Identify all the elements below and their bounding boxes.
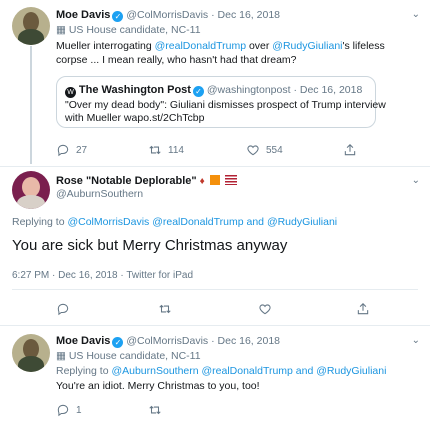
heart-icon — [247, 145, 259, 156]
quote-text-line2: with Mueller wapo.st/2ChTcbp — [65, 112, 205, 124]
chevron-down-icon[interactable]: ⌄ — [412, 335, 420, 346]
retweet-icon — [149, 405, 161, 415]
reply-button[interactable]: 27 — [56, 143, 87, 157]
replying-to-label: Replying to — [12, 216, 68, 228]
chevron-down-icon[interactable]: ⌄ — [412, 175, 420, 186]
divider — [12, 289, 418, 290]
handle[interactable]: @ColMorrisDavis — [126, 335, 208, 347]
tweet-timestamp[interactable]: 6:27 PM · Dec 16, 2018 · Twitter for iPa… — [12, 270, 193, 281]
reply-count: 1 — [76, 404, 82, 416]
tweet-actions — [0, 302, 430, 318]
tweet-text: Mueller interrogating — [56, 40, 155, 52]
mention-link[interactable]: @RudyGiuliani — [272, 40, 342, 52]
verified-badge-icon: ✓ — [112, 11, 124, 22]
retweet-count: 114 — [168, 144, 184, 156]
rose-icon: ♦ — [199, 176, 205, 187]
candidate-label: US House candidate, NC-11 — [68, 24, 201, 36]
tweet-text: You are sick but Merry Christmas anyway — [12, 237, 288, 254]
avatar[interactable] — [12, 334, 50, 372]
tweet-actions: 1 — [0, 403, 430, 419]
reply-icon — [57, 144, 69, 157]
retweet-button[interactable] — [148, 403, 162, 417]
tweet-text: You're an idiot. Merry Christmas to you,… — [56, 380, 260, 392]
retweet-button[interactable] — [158, 302, 172, 316]
label-icon: ▦ — [56, 350, 66, 362]
share-icon — [344, 144, 356, 156]
quote-display-name: The Washington Post — [78, 84, 191, 96]
chevron-down-icon[interactable]: ⌄ — [412, 9, 420, 20]
quote-text-line1: "Over my dead body": Giuliani dismisses … — [65, 99, 386, 111]
like-button[interactable] — [258, 302, 272, 316]
retweet-icon — [159, 304, 171, 314]
replying-to-label: Replying to — [56, 365, 112, 377]
avatar[interactable] — [12, 7, 50, 45]
verified-badge-icon: ✓ — [112, 337, 124, 348]
handle[interactable]: @AuburnSouthern — [56, 188, 143, 200]
reply-icon — [57, 303, 69, 316]
tweet-moe-davis-reply[interactable]: Moe Davis ✓ @ColMorrisDavis · Dec 16, 201… — [0, 326, 430, 426]
tweet-moe-davis-1[interactable]: Moe Davis ✓ @ColMorrisDavis · Dec 16, 201… — [0, 0, 430, 165]
like-count: 554 — [266, 144, 283, 156]
tweet-actions: 27 114 554 — [0, 143, 430, 159]
replying-to-links[interactable]: @ColMorrisDavis @realDonaldTrump and @Ru… — [67, 216, 337, 228]
retweet-icon — [149, 145, 161, 155]
display-name[interactable]: Moe Davis — [56, 335, 110, 347]
like-button[interactable]: 554 — [246, 143, 283, 157]
candidate-label: US House candidate, NC-11 — [68, 350, 201, 362]
display-name[interactable]: Rose "Notable Deplorable" — [56, 175, 197, 187]
quoted-tweet-card[interactable]: W The Washington Post ✓ @washingtonpost ·… — [56, 76, 386, 128]
heart-icon — [259, 304, 271, 315]
handle[interactable]: @ColMorrisDavis — [126, 9, 208, 21]
orange-square-icon — [209, 175, 220, 185]
reply-button[interactable]: 1 — [56, 403, 82, 417]
reply-count: 27 — [76, 144, 88, 156]
share-icon — [357, 303, 369, 315]
display-name[interactable]: Moe Davis — [56, 9, 110, 21]
tweet-rose-focused[interactable]: Rose "Notable Deplorable" ♦ @AuburnSouth… — [0, 167, 430, 322]
tweet-text-line2: corpse ... I mean really, who hasn't had… — [56, 54, 297, 66]
quote-handle: @washingtonpost — [206, 84, 291, 96]
label-icon: ▦ — [56, 24, 66, 36]
wapo-logo-icon: W — [65, 87, 76, 98]
quote-date: Dec 16, 2018 — [299, 84, 363, 96]
avatar[interactable] — [12, 171, 50, 209]
share-button[interactable] — [343, 143, 357, 157]
tweet-date[interactable]: Dec 16, 2018 — [218, 335, 280, 347]
retweet-button[interactable]: 114 — [148, 143, 184, 157]
share-button[interactable] — [356, 302, 370, 316]
verified-badge-icon: ✓ — [192, 86, 204, 97]
replying-to-links[interactable]: @AuburnSouthern @realDonaldTrump and @Ru… — [111, 365, 386, 377]
us-flag-icon — [224, 175, 237, 185]
reply-icon — [57, 404, 69, 417]
tweet-date[interactable]: Dec 16, 2018 — [218, 9, 280, 21]
mention-link[interactable]: @realDonaldTrump — [155, 40, 246, 52]
reply-button[interactable] — [56, 302, 70, 316]
